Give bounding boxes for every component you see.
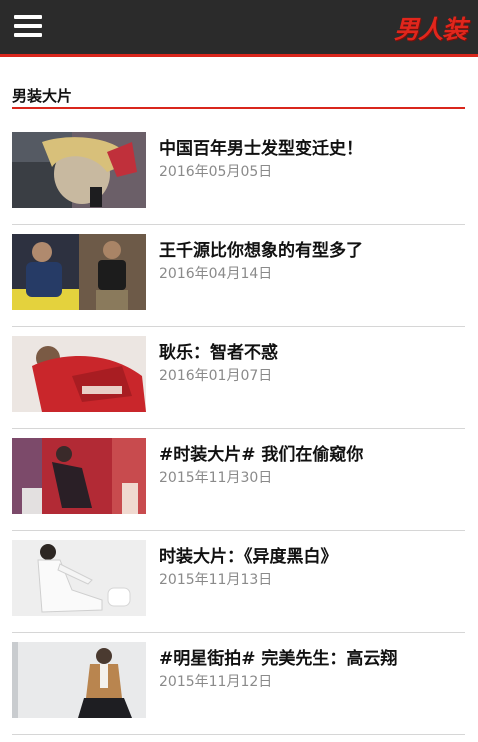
article-item[interactable]: 中国百年男士发型变迁史！ 2016年05月05日	[12, 122, 465, 225]
article-date: 2016年04月14日	[159, 266, 273, 282]
hamburger-menu-icon[interactable]	[14, 15, 42, 37]
article-title[interactable]: #时装大片# 我们在偷窥你	[159, 440, 459, 465]
article-thumbnail[interactable]	[12, 438, 146, 514]
article-title[interactable]: 耿乐：智者不惑	[159, 338, 459, 363]
article-thumbnail[interactable]	[12, 540, 146, 616]
article-date: 2016年05月05日	[159, 164, 273, 180]
article-thumbnail[interactable]	[12, 336, 146, 412]
article-date: 2016年01月07日	[159, 368, 273, 384]
section-title: 男装大片	[12, 87, 73, 105]
article-title[interactable]: #明星街拍# 完美先生：高云翔	[159, 644, 459, 669]
article-date: 2015年11月13日	[159, 572, 273, 588]
article-item[interactable]: 时装大片：《异度黑白》 2015年11月13日	[12, 530, 465, 633]
article-item[interactable]: #时装大片# 我们在偷窥你 2015年11月30日	[12, 428, 465, 531]
article-date: 2015年11月30日	[159, 470, 273, 486]
article-item[interactable]: #明星街拍# 完美先生：高云翔 2015年11月12日	[12, 632, 465, 735]
article-title[interactable]: 中国百年男士发型变迁史！	[159, 134, 459, 159]
article-title[interactable]: 王千源比你想象的有型多了	[159, 236, 459, 261]
article-thumbnail[interactable]	[12, 234, 146, 310]
article-thumbnail[interactable]	[12, 642, 146, 718]
article-date: 2015年11月12日	[159, 674, 273, 690]
article-item[interactable]: 耿乐：智者不惑 2016年01月07日	[12, 326, 465, 429]
top-bar: 男人装	[0, 0, 478, 57]
article-title[interactable]: 时装大片：《异度黑白》	[159, 542, 459, 567]
article-item[interactable]: 王千源比你想象的有型多了 2016年04月14日	[12, 224, 465, 327]
site-logo[interactable]: 男人装	[394, 10, 467, 46]
section-divider	[12, 107, 465, 109]
article-thumbnail[interactable]	[12, 132, 146, 208]
